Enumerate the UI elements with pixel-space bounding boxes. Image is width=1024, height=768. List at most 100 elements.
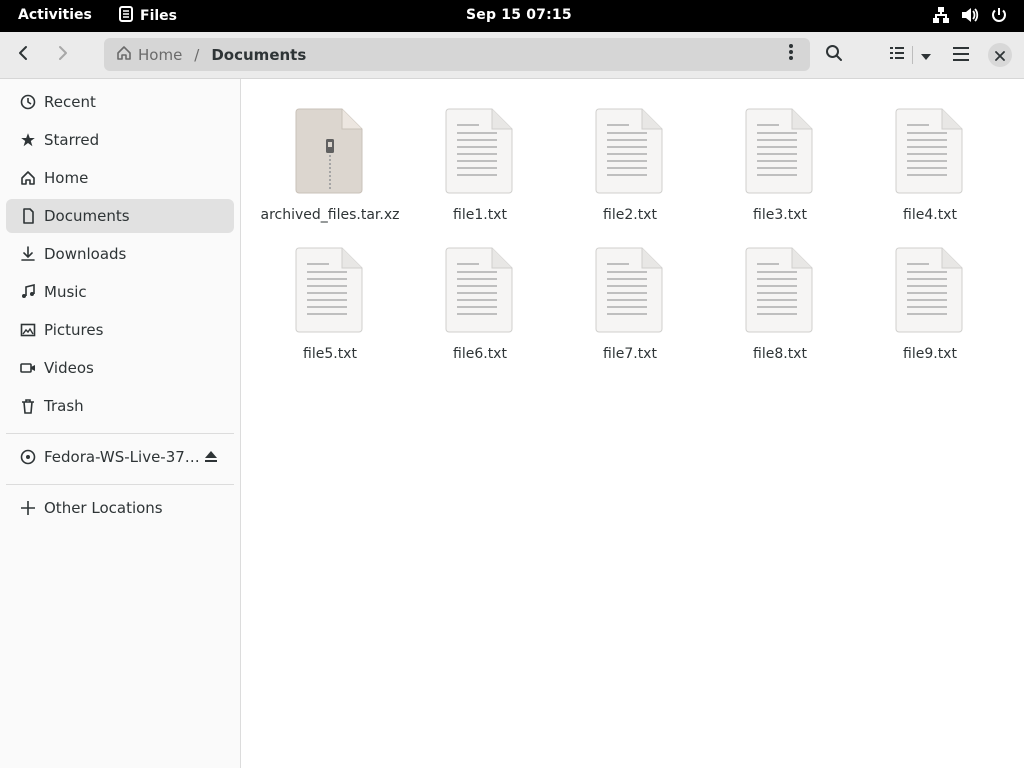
text-file-icon (595, 246, 665, 334)
sidebar-item-label: Videos (44, 359, 94, 377)
text-file-icon (445, 246, 515, 334)
eject-icon[interactable] (204, 450, 218, 468)
sidebar-item-home[interactable]: Home (6, 161, 234, 195)
home-icon (18, 170, 38, 186)
trash-icon (18, 398, 38, 414)
file-name: file3.txt (753, 207, 807, 223)
breadcrumb-home[interactable]: Home (116, 45, 182, 65)
sidebar-item-fedora-live[interactable]: Fedora-WS-Live-37… (6, 440, 234, 474)
breadcrumb-separator: / (194, 45, 200, 64)
sidebar-item-label: Home (44, 169, 89, 187)
disc-icon (18, 449, 38, 465)
archive-file-icon (295, 107, 365, 195)
file-item-text[interactable]: file1.txt (405, 107, 555, 237)
network-icon[interactable] (932, 6, 950, 28)
search-icon (825, 44, 843, 66)
forward-button[interactable] (47, 40, 77, 70)
view-controls[interactable] (882, 40, 938, 70)
file-name: file1.txt (453, 207, 507, 223)
view-options-button[interactable] (913, 40, 938, 70)
file-name: file5.txt (303, 346, 357, 362)
path-menu-button[interactable] (778, 40, 804, 68)
breadcrumb-current[interactable]: Documents (211, 46, 306, 64)
list-view-icon (889, 45, 905, 65)
sidebar-item-label: Downloads (44, 245, 127, 263)
chevron-left-icon (16, 45, 32, 65)
sidebar-item-downloads[interactable]: Downloads (6, 237, 234, 271)
text-file-icon (745, 246, 815, 334)
plus-icon (18, 500, 38, 516)
sidebar-item-label: Documents (44, 207, 130, 225)
file-name: archived_files.tar.xz (260, 207, 400, 223)
sidebar-item-recent[interactable]: Recent (6, 85, 234, 119)
text-file-icon (895, 107, 965, 195)
sidebar-item-label: Pictures (44, 321, 104, 339)
sidebar-item-other-locations[interactable]: Other Locations (6, 491, 234, 525)
sidebar-item-label: Other Locations (44, 499, 163, 517)
file-name: file6.txt (453, 346, 507, 362)
file-name: file7.txt (603, 346, 657, 362)
power-icon[interactable] (990, 6, 1008, 28)
activities-button[interactable]: Activities (18, 7, 92, 23)
clock[interactable]: Sep 15 07:15 (466, 7, 572, 23)
download-icon (18, 246, 38, 262)
file-name: file8.txt (753, 346, 807, 362)
path-bar[interactable]: Home / Documents (104, 38, 810, 71)
home-icon (116, 45, 132, 65)
file-item-text[interactable]: file9.txt (855, 246, 1005, 376)
file-item-text[interactable]: file3.txt (705, 107, 855, 237)
sidebar-item-label: Recent (44, 93, 96, 111)
vertical-dots-icon (788, 43, 794, 65)
file-item-archive[interactable]: archived_files.tar.xz (255, 107, 405, 237)
star-icon (18, 132, 38, 148)
close-icon (995, 46, 1005, 65)
file-item-text[interactable]: file6.txt (405, 246, 555, 376)
file-item-text[interactable]: file8.txt (705, 246, 855, 376)
sidebar: Recent Starred Home Documents Downloads … (0, 79, 241, 768)
header-bar: Home / Documents (0, 32, 1024, 79)
system-tray[interactable] (932, 6, 1008, 28)
chevron-right-icon (54, 45, 70, 65)
sidebar-item-label: Trash (44, 397, 84, 415)
sidebar-item-trash[interactable]: Trash (6, 389, 234, 423)
document-icon (18, 208, 38, 224)
close-button[interactable] (988, 43, 1012, 67)
sidebar-item-pictures[interactable]: Pictures (6, 313, 234, 347)
file-item-text[interactable]: file5.txt (255, 246, 405, 376)
file-item-text[interactable]: file7.txt (555, 246, 705, 376)
text-file-icon (895, 246, 965, 334)
sidebar-item-music[interactable]: Music (6, 275, 234, 309)
text-file-icon (745, 107, 815, 195)
app-menu[interactable]: Files (118, 6, 177, 26)
breadcrumb-home-label: Home (138, 45, 183, 64)
sidebar-item-label: Starred (44, 131, 100, 149)
clock-icon (18, 94, 38, 110)
main-menu-button[interactable] (946, 40, 976, 70)
sidebar-item-videos[interactable]: Videos (6, 351, 234, 385)
music-icon (18, 284, 38, 300)
text-file-icon (445, 107, 515, 195)
search-button[interactable] (819, 40, 849, 70)
sidebar-separator (6, 484, 234, 485)
file-grid: archived_files.tar.xz file1.txt file2.tx… (241, 79, 1024, 768)
file-item-text[interactable]: file4.txt (855, 107, 1005, 237)
volume-icon[interactable] (960, 6, 980, 28)
file-name: file9.txt (903, 346, 957, 362)
back-button[interactable] (9, 40, 39, 70)
files-app-icon (118, 6, 134, 26)
text-file-icon (295, 246, 365, 334)
file-name: file2.txt (603, 207, 657, 223)
sidebar-item-starred[interactable]: Starred (6, 123, 234, 157)
top-bar: Activities Files Sep 15 07:15 (0, 0, 1024, 32)
list-view-button[interactable] (882, 40, 912, 70)
hamburger-menu-icon (953, 46, 969, 65)
file-item-text[interactable]: file2.txt (555, 107, 705, 237)
video-icon (18, 360, 38, 376)
app-name: Files (140, 8, 177, 24)
sidebar-item-label: Fedora-WS-Live-37… (44, 448, 200, 466)
text-file-icon (595, 107, 665, 195)
picture-icon (18, 322, 38, 338)
sidebar-item-documents[interactable]: Documents (6, 199, 234, 233)
sidebar-item-label: Music (44, 283, 87, 301)
file-name: file4.txt (903, 207, 957, 223)
